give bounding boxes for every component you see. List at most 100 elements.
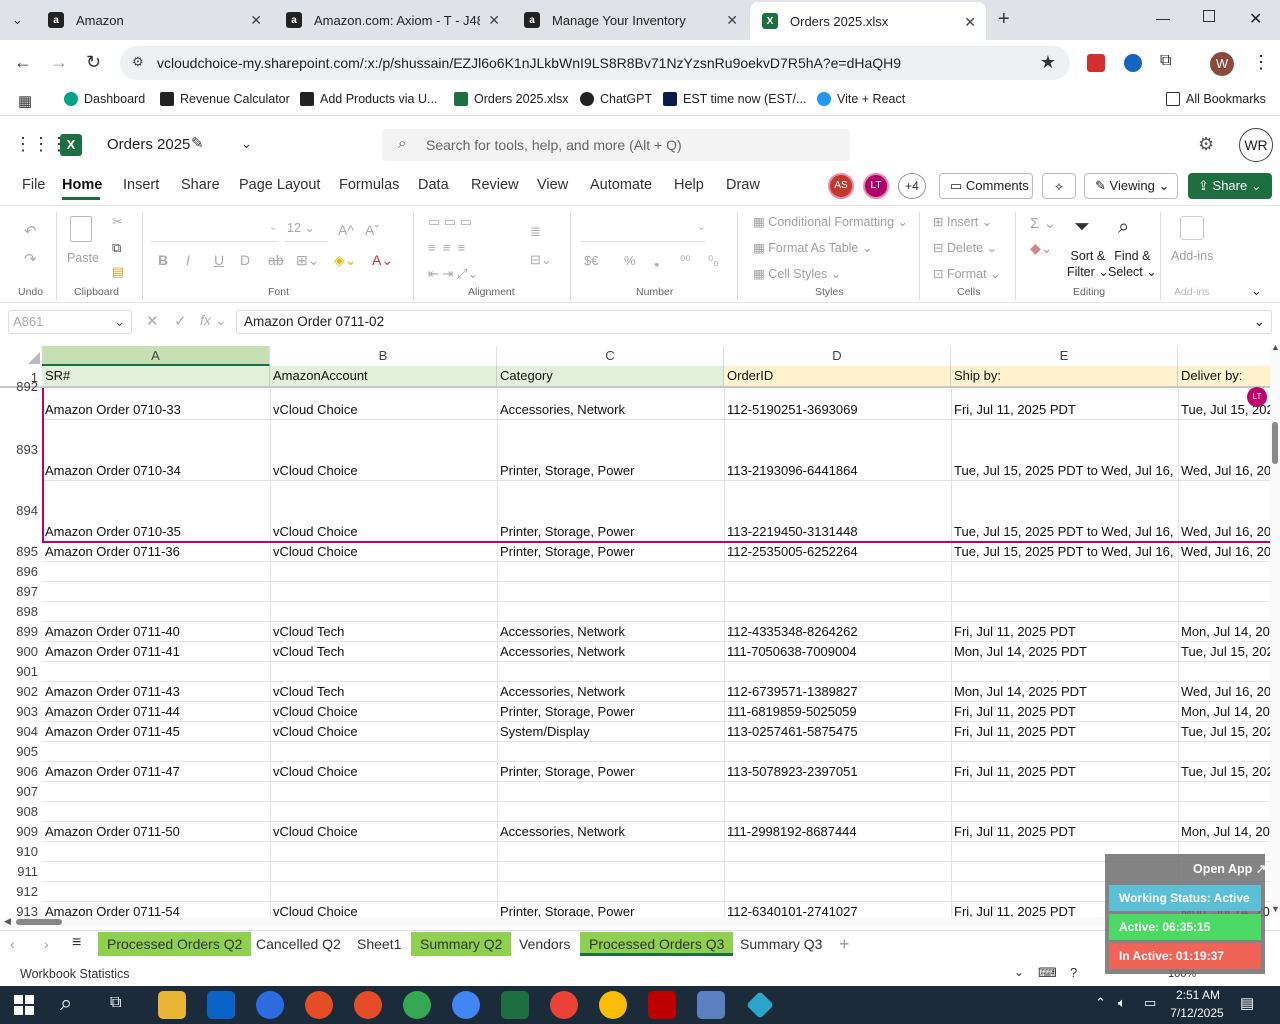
cell-order-id[interactable]: 112-4335348-8264262 [724,622,949,642]
cell-account[interactable]: vCloud Tech [270,642,495,662]
column-header-c[interactable]: C [497,346,724,366]
column-header-e[interactable]: E [951,346,1178,366]
bookmark-orders[interactable]: Orders 2025.xlsx [454,92,568,106]
column-header-b[interactable]: B [270,346,497,366]
header-cell-account[interactable]: AmazonAccount [270,366,497,386]
menu-help[interactable]: Help [674,177,704,193]
cell-order-id[interactable]: 113-0257461-5875475 [724,722,949,742]
grow-font-icon[interactable]: A^ [338,222,354,238]
cell-deliver-by[interactable]: Mon, Jul 14, 2025 [1178,822,1270,842]
format-as-table-button[interactable]: ▦ Format As Table ⌄ [753,240,872,255]
cell-deliver-by[interactable]: Tue, Jul 15, 2025 [1178,642,1270,662]
chrome-profile-icon[interactable] [354,991,382,1019]
catch-up-button[interactable]: ⟡ [1042,173,1076,199]
cell-deliver-by[interactable] [1178,802,1270,822]
site-info-icon[interactable]: ⚙ [132,54,144,70]
menu-file[interactable]: File [22,177,45,193]
column-header-a[interactable]: A [42,346,270,366]
strikethrough-icon[interactable]: ab [268,252,284,268]
bookmark-star-icon[interactable]: ★ [1040,52,1056,73]
fill-color-icon[interactable]: ◈⌄ [334,252,357,269]
align-left-icon[interactable]: ≡ ≡ ≡ [428,240,465,255]
title-dropdown-icon[interactable]: ⌄ [241,136,252,152]
cell-category[interactable] [497,662,722,682]
cell-account[interactable] [270,562,495,582]
cell-sr[interactable]: Amazon Order 0711-41 [42,642,268,662]
menu-share[interactable]: Share [181,177,220,193]
cell-account[interactable]: vCloud Choice [270,722,495,742]
header-cell-category[interactable]: Category [497,366,724,386]
clear-icon[interactable]: ◆⌄ [1030,240,1053,257]
number-format-select[interactable]: ⌄ [580,220,706,242]
clock-date[interactable]: 7/12/2025 [1165,1006,1229,1020]
cancel-entry-icon[interactable]: ✕ [146,312,159,330]
cell-deliver-by[interactable]: Wed, Jul 16, 2025 [1178,542,1270,562]
undo-icon[interactable]: ↶ [24,222,37,240]
file-explorer-icon[interactable] [158,991,186,1019]
all-sheets-menu-icon[interactable]: ≡ [72,934,81,952]
chrome-profile-icon[interactable] [403,991,431,1019]
more-collaborators[interactable]: +4 [898,173,926,199]
cell-category[interactable]: Printer, Storage, Power [497,762,722,782]
cell-category[interactable] [497,882,722,902]
cell-order-id[interactable] [724,742,949,762]
font-size-select[interactable]: 12 ⌄ [284,220,328,242]
header-cell-ship-by[interactable]: Ship by: [951,366,1178,386]
scroll-left-arrow[interactable]: ◀ [4,916,11,927]
cell-category[interactable] [497,562,722,582]
open-app-button[interactable]: Open App ↗ [1193,861,1266,876]
extensions-puzzle-icon[interactable]: ⧉ [1160,52,1171,70]
clock-time[interactable]: 2:51 AM [1171,988,1225,1002]
redo-icon[interactable]: ↷ [24,250,37,268]
tool-search-box[interactable]: ⌕ Search for tools, help, and more (Alt … [382,129,850,161]
vertical-scrollbar[interactable]: ▲ ▼ [1270,342,1280,917]
cell-category[interactable]: Printer, Storage, Power [497,902,722,917]
indent-icon[interactable]: ⇤ ⇥ ⤢⌄ [428,266,478,282]
all-bookmarks[interactable]: All Bookmarks [1166,92,1266,106]
cell-ship-by[interactable] [951,562,1176,582]
cell-ship-by[interactable]: Fri, Jul 11, 2025 PDT [951,762,1176,782]
cell-deliver-by[interactable]: Tue, Jul 15, 2025 [1178,722,1270,742]
cell-category[interactable]: Printer, Storage, Power [497,542,722,562]
status-dropdown-icon[interactable]: ⌄ [1014,965,1024,979]
underline-icon[interactable]: U [214,252,224,268]
cell-deliver-by[interactable] [1178,742,1270,762]
bookmark-revenue[interactable]: Revenue Calculator [160,92,290,106]
add-ins-icon[interactable] [1180,216,1204,240]
cell-deliver-by[interactable] [1178,582,1270,602]
cell-sr[interactable] [42,562,268,582]
bold-icon[interactable]: B [158,252,168,268]
cell-deliver-by[interactable]: Tue, Jul 15, 2025 [1178,762,1270,782]
apps-grid-icon[interactable]: ▦ [18,92,32,110]
paste-icon[interactable] [70,216,92,242]
cell-category[interactable] [497,582,722,602]
sheet-tab[interactable]: Sheet1 [348,932,410,956]
next-sheet-icon[interactable]: › [44,936,49,952]
menu-automate[interactable]: Automate [590,177,652,193]
forward-icon[interactable]: → [50,52,68,73]
wrap-text-icon[interactable]: ≣ [530,224,541,240]
cell-account[interactable] [270,602,495,622]
help-icon[interactable]: ? [1070,965,1077,980]
comments-button[interactable]: ▭ Comments [939,173,1033,199]
address-bar[interactable]: ⚙ vcloudchoice-my.sharepoint.com/:x:/p/s… [120,46,1070,80]
cell-account[interactable] [270,782,495,802]
filezilla-icon[interactable] [648,991,676,1019]
chrome-icon[interactable] [305,991,333,1019]
menu-view[interactable]: View [537,177,568,193]
cell-order-id[interactable] [724,802,949,822]
menu-formulas[interactable]: Formulas [339,177,399,193]
sort-filter-icon[interactable]: ⏷ [1074,216,1090,239]
document-title[interactable]: Orders 2025 [107,136,190,153]
user-avatar[interactable]: WR [1239,128,1273,162]
cut-icon[interactable]: ✂ [112,214,123,230]
bookmark-est-time[interactable]: EST time now (EST/... [663,92,806,106]
workbook-statistics[interactable]: Workbook Statistics [20,967,130,981]
menu-review[interactable]: Review [471,177,519,193]
cell-account[interactable]: vCloud Choice [270,542,495,562]
decrease-decimal-icon[interactable]: ⁰₀ [708,253,719,269]
outlook-icon[interactable] [207,991,235,1019]
menu-data[interactable]: Data [418,177,449,193]
name-box-dropdown-icon[interactable]: ⌄ [114,311,125,333]
cell-order-id[interactable] [724,602,949,622]
